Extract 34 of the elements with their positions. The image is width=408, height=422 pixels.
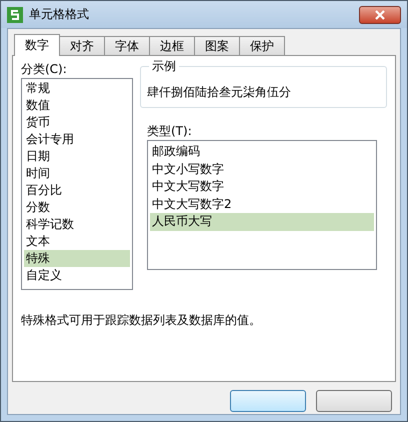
category-item[interactable]: 分数	[24, 199, 130, 216]
category-item[interactable]: 科学记数	[24, 216, 130, 233]
type-item[interactable]: 中文小写数字	[150, 160, 374, 178]
tab[interactable]: 数字	[14, 34, 60, 56]
tab[interactable]: 保护	[239, 36, 285, 55]
app-icon	[7, 6, 23, 22]
category-item[interactable]: 特殊	[24, 250, 130, 267]
close-button[interactable]	[359, 6, 401, 24]
sample-text: 肆仟捌佰陆拾叁元柒角伍分	[147, 84, 291, 101]
type-item[interactable]: 中文大写数字2	[150, 196, 374, 213]
category-item[interactable]: 货币	[24, 114, 130, 131]
type-item[interactable]: 中文大写数字	[150, 178, 374, 196]
window-title: 单元格格式	[29, 6, 90, 23]
type-item[interactable]: 邮政编码	[150, 143, 374, 160]
dialog-button[interactable]	[316, 390, 392, 412]
category-item[interactable]: 时间	[24, 165, 130, 182]
tab[interactable]: 边框	[149, 36, 195, 55]
sample-title: 示例	[149, 58, 179, 75]
tab[interactable]: 对齐	[59, 36, 105, 55]
dialog-button[interactable]	[230, 390, 306, 412]
category-label: 分类(C):	[21, 61, 68, 78]
tab[interactable]: 图案	[194, 36, 240, 55]
category-item[interactable]: 常规	[24, 80, 130, 97]
category-item[interactable]: 自定义	[24, 267, 130, 284]
category-item[interactable]: 文本	[24, 233, 130, 250]
category-item[interactable]: 日期	[24, 148, 130, 165]
tab[interactable]: 字体	[104, 36, 150, 55]
type-item[interactable]: 人民币大写	[150, 213, 374, 230]
close-icon	[374, 10, 386, 20]
category-item[interactable]: 会计专用	[24, 131, 130, 148]
type-label: 类型(T):	[147, 123, 193, 140]
category-item[interactable]: 数值	[24, 97, 130, 114]
category-item[interactable]: 百分比	[24, 182, 130, 199]
description-text: 特殊格式可用于跟踪数据列表及数据库的值。	[21, 312, 262, 329]
